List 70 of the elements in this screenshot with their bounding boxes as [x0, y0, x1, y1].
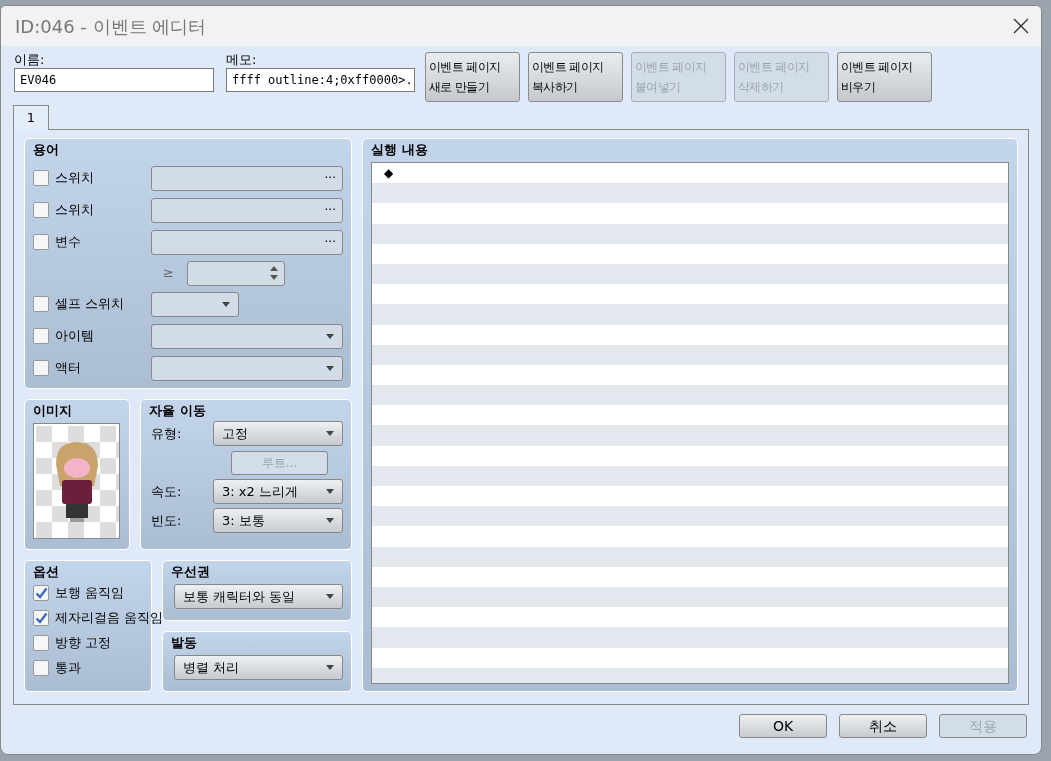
- checkbox-label: 셀프 스위치: [54, 295, 126, 314]
- dropdown[interactable]: [151, 291, 239, 317]
- close-icon[interactable]: [1013, 18, 1029, 34]
- variable-picker-field[interactable]: ···: [151, 229, 343, 255]
- caret-icon: [326, 518, 334, 523]
- number-spinner[interactable]: [187, 260, 285, 286]
- caret-icon: [326, 365, 334, 371]
- ellipsis-button[interactable]: ···: [324, 201, 336, 219]
- variable-picker-field[interactable]: ···: [151, 197, 343, 223]
- name-field[interactable]: EV046: [14, 68, 214, 92]
- dropdown[interactable]: 3: x2 느리게: [213, 479, 343, 504]
- checkbox[interactable]: [33, 634, 49, 651]
- command-line[interactable]: ◆: [384, 166, 394, 180]
- field-label: 속도:: [150, 482, 183, 501]
- checkbox-label: 방향 고정: [54, 633, 112, 652]
- page-button[interactable]: 이벤트 페이지 복사하기: [528, 52, 623, 102]
- page-tab[interactable]: 1: [13, 105, 49, 130]
- field-label: 유형:: [150, 424, 183, 443]
- checkbox[interactable]: [33, 202, 49, 218]
- caret-icon: [326, 333, 334, 339]
- checkbox-label: 제자리걸음 움직임: [54, 608, 164, 627]
- checkbox[interactable]: [33, 584, 49, 601]
- checkbox-label: 액터: [54, 359, 82, 378]
- checkbox[interactable]: [33, 234, 49, 250]
- panel-title: 이미지: [33, 403, 73, 419]
- caret-icon: [326, 665, 334, 670]
- character-sprite-drawing[interactable]: [33, 423, 120, 539]
- dropdown[interactable]: 3: 보통: [213, 508, 343, 533]
- dropdown[interactable]: 보통 캐릭터와 동일: [174, 584, 343, 609]
- checkbox[interactable]: [33, 609, 49, 626]
- dropdown[interactable]: [151, 355, 343, 381]
- panel-title: 우선권: [171, 564, 211, 580]
- dialog-button[interactable]: 취소: [839, 714, 927, 738]
- dropdown[interactable]: 병렬 처리: [174, 655, 343, 680]
- page-button[interactable]: 이벤트 페이지 새로 만들기: [425, 52, 520, 102]
- window-title: ID:046 - 이벤트 에디터: [15, 14, 207, 39]
- checkbox[interactable]: [33, 360, 49, 376]
- command-list[interactable]: ◆: [371, 162, 1009, 684]
- checkbox-label: 스위치: [54, 169, 95, 188]
- field-label: 빈도:: [150, 511, 183, 530]
- dropdown[interactable]: [151, 323, 343, 349]
- checkbox[interactable]: [33, 659, 49, 676]
- variable-picker-field[interactable]: ···: [151, 165, 343, 191]
- dialog-button[interactable]: OK: [739, 714, 827, 738]
- caret-icon: [326, 594, 334, 599]
- checkbox[interactable]: [33, 296, 49, 312]
- comparison-symbol: ≥: [163, 264, 175, 283]
- checkbox-label: 보행 움직임: [54, 583, 125, 602]
- panel-title: 발동: [171, 635, 198, 651]
- ellipsis-button[interactable]: ···: [324, 169, 336, 187]
- panel-title: 실행 내용: [371, 142, 429, 158]
- checkbox-label: 스위치: [54, 201, 95, 220]
- spinner-arrows-icon[interactable]: [270, 266, 278, 280]
- caret-icon: [326, 431, 334, 436]
- checkbox[interactable]: [33, 170, 49, 186]
- field-label: 이름:: [14, 52, 46, 68]
- field-label: 메모:: [226, 52, 258, 68]
- panel-title: 옵션: [33, 564, 60, 580]
- ellipsis-button[interactable]: ···: [324, 233, 336, 251]
- page-button[interactable]: 이벤트 페이지 비우기: [837, 52, 932, 102]
- checkbox[interactable]: [33, 328, 49, 344]
- panel-title: 자율 이동: [149, 403, 207, 419]
- dropdown[interactable]: 고정: [213, 421, 343, 446]
- caret-icon: [326, 489, 334, 494]
- checkbox-label: 통과: [54, 658, 81, 677]
- checkbox-label: 변수: [54, 233, 82, 252]
- checkbox-label: 아이템: [54, 327, 95, 346]
- caret-icon: [222, 301, 230, 307]
- memo-field[interactable]: ffff outline:4;0xff0000>.: [226, 68, 415, 92]
- panel-title: 용어: [33, 142, 60, 158]
